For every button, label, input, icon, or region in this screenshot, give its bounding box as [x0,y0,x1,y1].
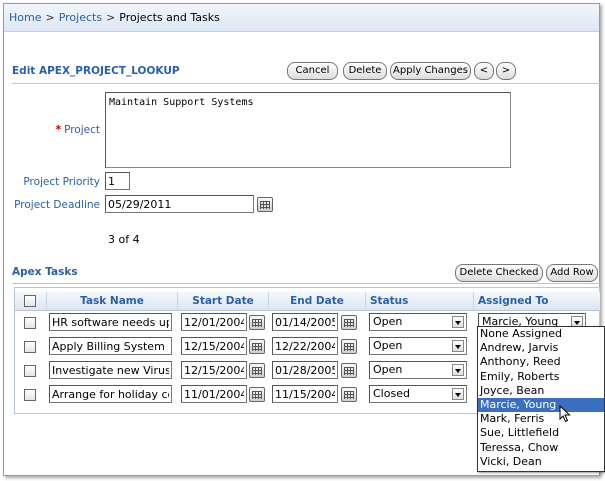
task-name-input[interactable] [49,337,172,355]
breadcrumb-projects[interactable]: Projects [59,11,102,24]
assigned-option[interactable]: Teressa, Chow [478,441,604,455]
breadcrumb-separator: > [106,11,116,24]
assigned-option[interactable]: None Assigned [478,327,604,341]
breadcrumb: Home > Projects > Projects and Tasks [4,4,599,32]
breadcrumb-home[interactable]: Home [9,11,41,24]
header-start-date: Start Date [178,292,269,311]
calendar-icon[interactable] [257,197,273,212]
breadcrumb-current: Projects and Tasks [119,11,220,24]
status-select[interactable]: Open [369,313,467,331]
assigned-option[interactable]: Vicki, Dean [478,455,604,469]
calendar-icon[interactable] [341,363,357,378]
cancel-button[interactable]: Cancel [287,62,338,80]
row-checkbox[interactable] [24,389,36,401]
row-checkbox[interactable] [24,341,36,353]
project-deadline-input[interactable] [105,195,254,213]
chevron-down-icon [452,340,464,352]
region-divider [12,283,600,284]
project-textarea[interactable]: Maintain Support Systems [105,92,511,168]
chevron-down-icon [452,316,464,328]
header-assigned-to: Assigned To [474,292,600,311]
previous-record-button[interactable]: < [474,62,494,80]
end-date-input[interactable] [272,337,338,355]
calendar-icon[interactable] [341,387,357,402]
header-status: Status [366,292,474,311]
assigned-option[interactable]: Andrew, Jarvis [478,341,604,355]
row-checkbox[interactable] [24,365,36,377]
calendar-icon[interactable] [249,315,265,330]
calendar-icon[interactable] [341,339,357,354]
edit-region-title: Edit APEX_PROJECT_LOOKUP [12,65,180,77]
task-name-input[interactable] [49,313,172,331]
status-select[interactable]: Closed [369,385,467,403]
next-record-button[interactable]: > [496,62,516,80]
breadcrumb-separator: > [45,11,55,24]
header-task-name: Task Name [47,292,178,311]
calendar-icon[interactable] [249,363,265,378]
end-date-input[interactable] [272,385,338,403]
project-deadline-label: Project Deadline [14,199,100,211]
assigned-option[interactable]: Mark, Ferris [478,412,604,426]
end-date-input[interactable] [272,313,338,331]
assigned-option[interactable]: Sue, Littlefield [478,426,604,440]
assigned-option-selected[interactable]: Marcie, Young [478,397,604,413]
calendar-icon[interactable] [249,339,265,354]
calendar-icon[interactable] [249,387,265,402]
row-checkbox[interactable] [24,317,36,329]
add-row-button[interactable]: Add Row [546,264,598,282]
status-select[interactable]: Open [369,361,467,379]
required-marker: * [55,124,62,136]
project-priority-label: Project Priority [23,176,100,188]
select-all-checkbox[interactable] [24,295,36,307]
assigned-option[interactable]: Emily, Roberts [478,370,604,384]
mouse-pointer-icon [559,405,571,423]
calendar-icon[interactable] [341,315,357,330]
assigned-option[interactable]: Anthony, Reed [478,355,604,369]
record-counter: 3 of 4 [108,233,140,246]
task-name-input[interactable] [49,361,172,379]
start-date-input[interactable] [181,361,247,379]
region-divider [12,83,600,84]
delete-button[interactable]: Delete [343,62,387,80]
header-end-date: End Date [269,292,366,311]
apply-changes-button[interactable]: Apply Changes [390,62,471,80]
end-date-input[interactable] [272,361,338,379]
tasks-region-title: Apex Tasks [12,266,78,278]
task-name-input[interactable] [49,385,172,403]
project-label: * Project [55,124,100,136]
start-date-input[interactable] [181,385,247,403]
start-date-input[interactable] [181,337,247,355]
delete-checked-button[interactable]: Delete Checked [455,264,543,282]
chevron-down-icon [452,388,464,400]
assigned-option[interactable]: Joyce, Bean [478,384,604,398]
status-select[interactable]: Open [369,337,467,355]
project-priority-input[interactable] [105,172,130,190]
chevron-down-icon [452,364,464,376]
assigned-to-dropdown-list[interactable]: None Assigned Andrew, Jarvis Anthony, Re… [477,326,605,472]
start-date-input[interactable] [181,313,247,331]
